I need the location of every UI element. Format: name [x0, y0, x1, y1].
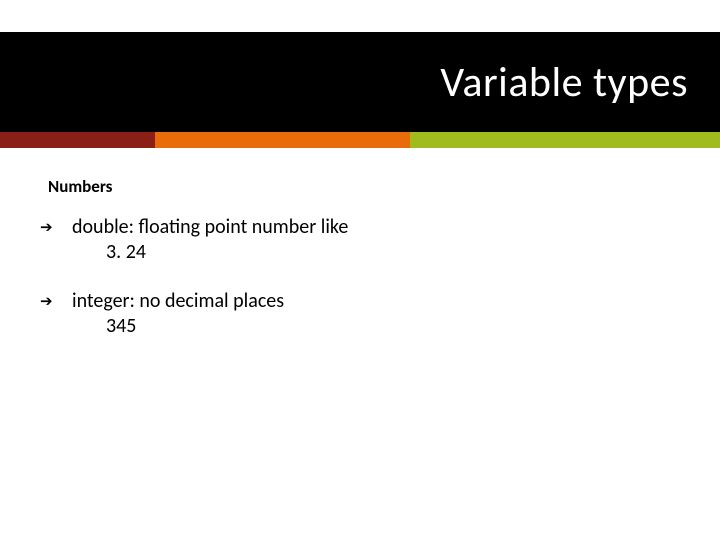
slide-title: Variable types [440, 57, 688, 108]
bullet-main-text: double: floating point number like [72, 215, 348, 240]
bullet-sub-text: 345 [106, 314, 284, 339]
bullet-body: double: floating point number like 3. 24 [72, 215, 348, 265]
accent-stripe [0, 132, 720, 148]
stripe-segment-orange [155, 132, 410, 148]
bullet-item: ➔ integer: no decimal places 345 [40, 289, 720, 339]
subheading: Numbers [48, 176, 720, 197]
top-spacer [0, 0, 720, 32]
bullet-sub-text: 3. 24 [106, 240, 348, 265]
stripe-segment-red [0, 132, 155, 148]
bullet-body: integer: no decimal places 345 [72, 289, 284, 339]
bullet-item: ➔ double: floating point number like 3. … [40, 215, 720, 265]
arrow-icon: ➔ [40, 221, 58, 236]
slide: Variable types Numbers ➔ double: floatin… [0, 0, 720, 540]
stripe-segment-green [410, 132, 720, 148]
bullet-main-text: integer: no decimal places [72, 289, 284, 314]
arrow-icon: ➔ [40, 295, 58, 310]
bullet-list: ➔ double: floating point number like 3. … [40, 215, 720, 339]
title-bar: Variable types [0, 32, 720, 132]
